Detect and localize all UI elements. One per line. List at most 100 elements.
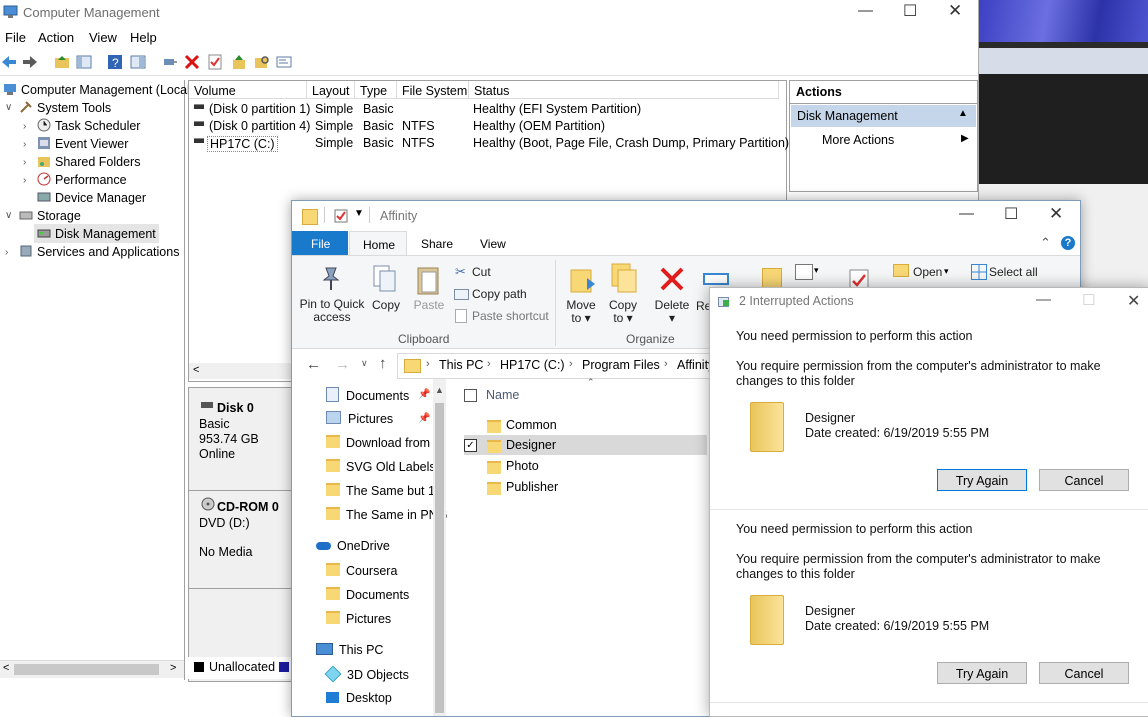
quick-access-dropdown-icon[interactable]: ▼ (354, 208, 364, 219)
nav-item-same-but-15[interactable]: The Same but 15 (326, 483, 442, 498)
console-icon[interactable] (276, 54, 292, 70)
actions-section-disk-management[interactable]: Disk Management ▲ (791, 105, 976, 127)
tab-file[interactable]: File (292, 231, 348, 255)
dialog-minimize-button[interactable]: — (1036, 291, 1051, 308)
item-checkbox[interactable]: ✓ (464, 439, 477, 452)
menu-view[interactable]: View (89, 30, 117, 45)
nav-vertical-scrollbar[interactable]: ▲ (433, 379, 446, 716)
dialog-close-button[interactable]: ✕ (1127, 291, 1140, 311)
chevron-right-icon[interactable]: › (23, 121, 26, 132)
list-item[interactable]: Photo (447, 456, 707, 476)
menu-action[interactable]: Action (38, 30, 74, 45)
column-header-type[interactable]: Type (355, 81, 397, 99)
nav-item-this-pc[interactable]: This PC (316, 643, 383, 657)
nav-item-desktop[interactable]: Desktop (326, 691, 392, 705)
tree-item-device-manager[interactable]: Device Manager (37, 190, 146, 205)
close-button[interactable]: ✕ (948, 1, 962, 21)
try-again-button[interactable]: Try Again (937, 662, 1027, 684)
tree-item-system-tools[interactable]: System Tools (19, 100, 111, 115)
chevron-right-icon[interactable]: › (23, 157, 26, 168)
move-to-button[interactable]: Move to ▾ (560, 299, 602, 325)
paste-button[interactable]: Paste (410, 299, 448, 312)
nav-item-pictures[interactable]: Pictures (326, 411, 393, 426)
list-item-selected[interactable]: ✓ Designer (464, 435, 707, 455)
more-actions-item[interactable]: More Actions ▶ (791, 130, 976, 150)
nav-item-onedrive-documents[interactable]: Documents (326, 587, 409, 602)
scroll-left-icon[interactable]: < (3, 662, 9, 674)
help-icon[interactable]: ? (107, 54, 123, 70)
explorer-minimize-button[interactable]: — (959, 205, 974, 222)
cancel-button[interactable]: Cancel (1039, 662, 1129, 684)
column-header-file-system[interactable]: File System (397, 81, 469, 99)
maximize-button[interactable]: ☐ (903, 1, 917, 21)
try-again-button[interactable]: Try Again (937, 469, 1027, 491)
menu-file[interactable]: File (5, 30, 26, 45)
cancel-button[interactable]: Cancel (1039, 469, 1129, 491)
scroll-up-icon[interactable]: ▲ (435, 385, 444, 395)
pin-to-quick-access-button[interactable]: Pin to Quick access (297, 298, 367, 324)
menu-help[interactable]: Help (130, 30, 157, 45)
breadcrumb-program-files[interactable]: Program Files (582, 358, 660, 372)
nav-item-same-in-png[interactable]: The Same in PNG (326, 507, 447, 522)
nav-item-onedrive-pictures[interactable]: Pictures (326, 611, 391, 626)
search-folder-icon[interactable] (254, 54, 270, 70)
scroll-thumb[interactable] (435, 403, 444, 713)
nav-item-onedrive[interactable]: OneDrive (316, 539, 390, 553)
properties-panel-icon[interactable] (130, 54, 146, 70)
nav-item-3d-objects[interactable]: 3D Objects (324, 665, 409, 683)
chevron-down-icon[interactable]: ∨ (5, 102, 12, 113)
delete-x-icon[interactable] (184, 54, 200, 70)
up-button[interactable]: ↑ (379, 355, 387, 372)
nav-item-svg-old-labels[interactable]: SVG Old Labels ( (326, 459, 443, 474)
copy-to-button[interactable]: Copy to ▾ (603, 299, 643, 325)
chevron-right-icon[interactable]: › (5, 247, 8, 258)
breadcrumb-this-pc[interactable]: This PC (439, 358, 483, 372)
select-all-checkbox[interactable] (464, 389, 477, 402)
select-all-button[interactable]: Select all (989, 265, 1038, 279)
show-hide-tree-icon[interactable] (76, 54, 92, 70)
connect-icon[interactable] (162, 54, 178, 70)
forward-arrow-icon[interactable] (22, 54, 38, 70)
nav-item-documents[interactable]: Documents (326, 387, 409, 403)
tree-root[interactable]: Computer Management (Local (3, 82, 190, 97)
collapse-up-icon[interactable]: ▲ (958, 108, 968, 119)
copy-button[interactable]: Copy (368, 299, 404, 312)
collapse-ribbon-icon[interactable]: ⌃ (1040, 235, 1051, 251)
volume-horizontal-scrollbar[interactable]: < (189, 363, 292, 379)
tab-share[interactable]: Share (421, 237, 453, 251)
tree-item-disk-management[interactable]: Disk Management (34, 224, 159, 243)
export-icon[interactable] (231, 54, 247, 70)
explorer-maximize-button[interactable]: ☐ (1004, 204, 1018, 224)
nav-item-download-from[interactable]: Download from (326, 435, 430, 450)
tab-home[interactable]: Home (349, 231, 407, 256)
copy-path-button[interactable]: Copy path (472, 287, 527, 301)
explorer-close-button[interactable]: ✕ (1049, 204, 1063, 224)
tree-item-storage[interactable]: Storage (19, 208, 81, 223)
list-item[interactable]: Common (447, 415, 707, 435)
cut-button[interactable]: Cut (472, 265, 491, 279)
nav-item-coursera[interactable]: Coursera (326, 563, 397, 578)
pin-icon[interactable]: 📌 (418, 389, 430, 400)
breadcrumb-drive[interactable]: HP17C (C:) (500, 358, 565, 372)
help-icon[interactable]: ? (1061, 236, 1075, 250)
forward-button[interactable]: → (335, 356, 350, 373)
scroll-right-icon[interactable]: > (170, 662, 176, 674)
paste-shortcut-button[interactable]: Paste shortcut (472, 309, 549, 323)
back-arrow-icon[interactable] (1, 54, 17, 70)
tree-horizontal-scrollbar[interactable]: < > (0, 660, 184, 678)
dialog-maximize-button[interactable]: ☐ (1082, 291, 1095, 309)
tree-item-shared-folders[interactable]: Shared Folders (37, 154, 140, 169)
checklist-icon[interactable] (207, 54, 223, 70)
tree-item-task-scheduler[interactable]: Task Scheduler (37, 118, 140, 133)
new-item-dropdown-icon[interactable]: ▾ (814, 265, 819, 276)
open-button[interactable]: Open (913, 265, 942, 279)
column-header-volume[interactable]: Volume (189, 81, 307, 99)
delete-button[interactable]: Delete ▾ (652, 299, 692, 325)
minimize-button[interactable]: — (858, 2, 873, 19)
chevron-right-icon[interactable]: › (23, 175, 26, 186)
column-header-status[interactable]: Status (469, 81, 779, 99)
scroll-thumb[interactable] (14, 664, 159, 675)
scroll-left-icon[interactable]: < (193, 364, 199, 376)
pin-icon[interactable]: 📌 (418, 413, 430, 424)
up-folder-icon[interactable] (54, 54, 70, 70)
